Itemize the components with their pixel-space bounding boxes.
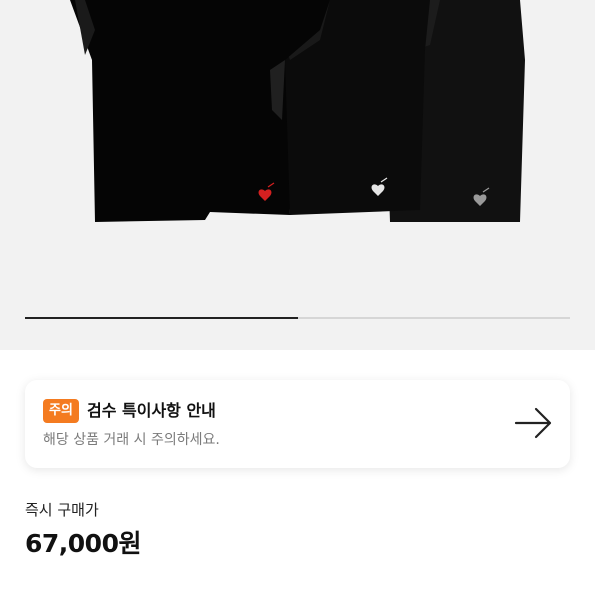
inspection-notice-card[interactable]: 주의 검수 특이사항 안내 해당 상품 거래 시 주의하세요.: [25, 380, 570, 468]
instant-buy-price-label: 즉시 구매가: [25, 501, 99, 519]
arrow-right-icon[interactable]: [514, 405, 554, 441]
notice-subtitle: 해당 상품 거래 시 주의하세요.: [43, 432, 220, 448]
notice-title: 검수 특이사항 안내: [87, 401, 216, 420]
warning-badge: 주의: [43, 399, 79, 423]
gallery-progress-track: [25, 317, 570, 319]
instant-buy-price: 67,000원: [25, 529, 141, 558]
product-image-gallery[interactable]: [0, 0, 595, 350]
gallery-progress-fill: [25, 317, 298, 319]
product-image[interactable]: [0, 0, 595, 300]
